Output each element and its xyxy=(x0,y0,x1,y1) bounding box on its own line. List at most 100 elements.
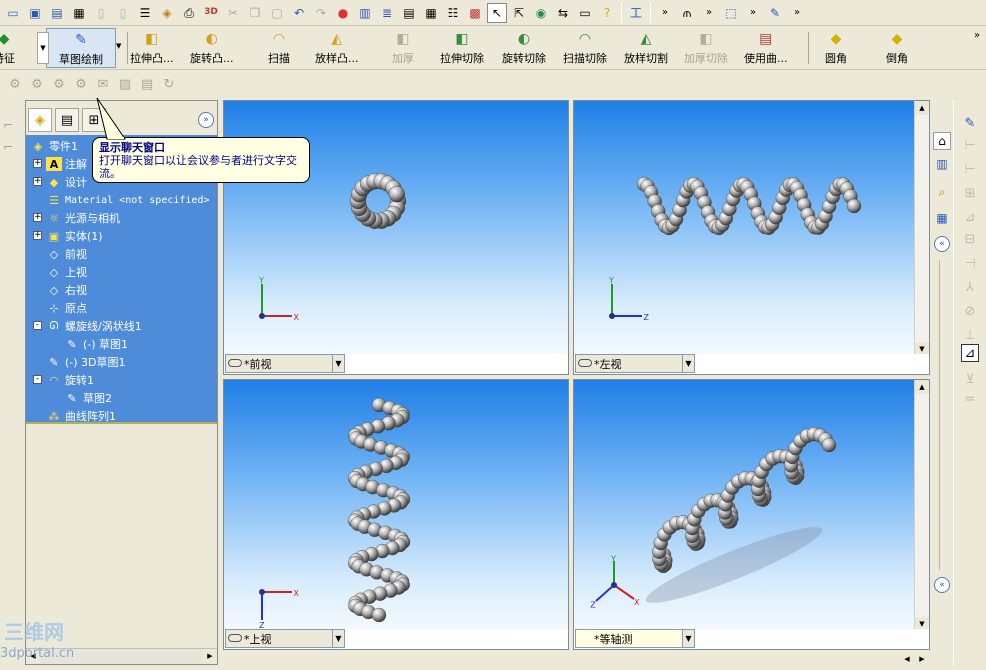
view-selector-top[interactable]: *上视 ▼ xyxy=(225,629,345,648)
dropdown-arrow-icon[interactable]: ▼ xyxy=(116,42,124,52)
overflow-chevron-icon[interactable]: » xyxy=(974,30,980,41)
gear-icon[interactable]: ⚙ xyxy=(27,75,47,93)
mirror-icon[interactable]: ⊿ xyxy=(961,208,979,226)
tree-item[interactable]: ◇ 前视 xyxy=(46,245,87,263)
properties-icon[interactable]: ▤ xyxy=(399,3,419,23)
overflow-chevron-icon[interactable]: » xyxy=(787,3,807,23)
home-icon[interactable]: ⌂ xyxy=(933,132,951,150)
tree-icon[interactable]: ☷ xyxy=(443,3,463,23)
share-icon[interactable]: ▤ xyxy=(137,75,157,93)
expand-chevron-icon[interactable]: « xyxy=(934,577,950,593)
window-icon[interactable]: ▭ xyxy=(575,3,595,23)
feature-button-7[interactable]: ◧ 拉伸切除 xyxy=(440,28,484,68)
dropdown-arrow-icon[interactable]: ▼ xyxy=(682,630,694,647)
save-all-icon[interactable]: ▤ xyxy=(47,3,67,23)
tree-item[interactable]: ✎ (-) 3D草图1 xyxy=(46,353,125,371)
dimension-icon[interactable]: ⊞ xyxy=(961,184,979,202)
expand-toggle-icon[interactable]: + xyxy=(33,231,42,240)
dimension-icon[interactable]: ⌐ xyxy=(3,140,13,154)
feature-button-9[interactable]: ◠ 扫描切除 xyxy=(563,28,607,68)
view-icon[interactable]: ▥ xyxy=(355,3,375,23)
list-icon[interactable]: ≣ xyxy=(377,3,397,23)
feature-button-8[interactable]: ◐ 旋转切除 xyxy=(502,28,546,68)
print-preview-icon[interactable]: ⎙ xyxy=(179,3,199,23)
cut-icon[interactable]: ✂ xyxy=(223,3,243,23)
feature-button-10[interactable]: ◭ 放样切割 xyxy=(624,28,668,68)
copy-icon[interactable]: ❐ xyxy=(245,3,265,23)
sketch-edit-icon[interactable]: ⊿ xyxy=(961,344,979,362)
library-icon[interactable]: ▥ xyxy=(933,156,951,174)
feature-button-13[interactable]: ◆ 圆角 xyxy=(825,28,847,68)
viewport-isometric[interactable]: Y Z X ▲ ▼ *等轴测 ▼ xyxy=(573,379,930,650)
feature-button-0[interactable]: ◆ 特征 xyxy=(0,28,28,68)
select-arrow-icon[interactable]: ↖ xyxy=(487,2,507,23)
fix-icon[interactable]: ⊥ xyxy=(961,326,979,344)
feature-button-6[interactable]: ◧ 加厚 xyxy=(392,28,414,68)
expand-chevron-icon[interactable]: « xyxy=(934,236,950,252)
overflow-chevron-icon[interactable]: » xyxy=(743,3,763,23)
tree-item[interactable]: ◈ 零件1 xyxy=(30,137,78,155)
traffic-light-icon[interactable]: ● xyxy=(333,3,353,23)
view-selector-front[interactable]: *前视 ▼ xyxy=(225,354,345,373)
report-icon[interactable]: ☰ xyxy=(135,3,155,23)
tree-item[interactable]: ✎ (-) 草图1 xyxy=(64,335,128,353)
chat-icon[interactable]: ✉ xyxy=(93,75,113,93)
grid-icon[interactable]: ▦ xyxy=(421,3,441,23)
search-icon[interactable]: ⌕ xyxy=(933,184,951,202)
tree-item[interactable]: ☼ 光源与相机 xyxy=(46,209,120,227)
pencil-icon[interactable]: ✎ xyxy=(765,3,785,23)
palette-icon[interactable]: ▦ xyxy=(933,210,951,228)
tree-item[interactable]: ✎ 草图2 xyxy=(64,389,112,407)
scroll-left-icon[interactable]: ◀ xyxy=(900,652,914,666)
whiteboard-icon[interactable]: ▨ xyxy=(115,75,135,93)
tree-item[interactable]: ᘏ 螺旋线/涡状线1 xyxy=(46,317,141,335)
feature-button-14[interactable]: ◆ 倒角 xyxy=(886,28,908,68)
help-icon[interactable]: ? xyxy=(597,3,617,23)
feature-button-11[interactable]: ◧ 加厚切除 xyxy=(684,28,728,68)
gear-icon[interactable]: ⚙ xyxy=(49,75,69,93)
doc-icon[interactable]: ▯ xyxy=(113,3,133,23)
task-pane-scroll[interactable] xyxy=(939,260,943,570)
expand-toggle-icon[interactable]: + xyxy=(33,213,42,222)
relation-icon[interactable]: ⊘ xyxy=(961,302,979,320)
tab-property-manager[interactable]: ▤ xyxy=(55,108,79,132)
feature-button-5[interactable]: ◭ 放样凸... xyxy=(315,28,359,68)
tree-item[interactable]: ☰ Material <not specified> xyxy=(46,191,209,209)
save-icon[interactable]: ▣ xyxy=(25,3,45,23)
vertical-scrollbar[interactable]: ▲ ▼ xyxy=(914,380,929,631)
feature-button-2[interactable]: ◧ 拉伸凸... xyxy=(130,28,174,68)
cube-color-icon[interactable]: ◈ xyxy=(157,3,177,23)
gear-icon[interactable]: ⚙ xyxy=(5,75,25,93)
expand-toggle-icon[interactable]: - xyxy=(33,375,42,384)
dimension-icon[interactable]: ⊢ xyxy=(961,136,979,154)
tree-item[interactable]: ▣ 实体(1) xyxy=(46,227,103,245)
scroll-right-icon[interactable]: ▶ xyxy=(203,649,217,663)
feature-button-12[interactable]: ▤ 使用曲... xyxy=(744,28,788,68)
view-selector-left[interactable]: *左视 ▼ xyxy=(575,354,695,373)
tree-item[interactable]: ⊹ 原点 xyxy=(46,299,87,317)
equal-icon[interactable]: = xyxy=(961,390,979,408)
tree-item[interactable]: ◆ 设计 xyxy=(46,173,87,191)
tab-feature-tree[interactable]: ◈ xyxy=(28,108,52,132)
expand-toggle-icon[interactable]: + xyxy=(33,177,42,186)
undo-icon[interactable]: ↶ xyxy=(289,3,309,23)
dropdown-arrow-icon[interactable]: ▼ xyxy=(37,32,49,64)
feature-button-3[interactable]: ◐ 旋转凸... xyxy=(190,28,234,68)
pointer-icon[interactable]: ⇱ xyxy=(509,3,529,23)
redo-icon[interactable]: ↷ xyxy=(311,3,331,23)
refresh-icon[interactable]: ↻ xyxy=(159,75,179,93)
gear-icon[interactable]: ⚙ xyxy=(71,75,91,93)
dimension-icon[interactable]: ⊟ xyxy=(961,230,979,248)
sketch-tool-icon[interactable]: ✎ xyxy=(961,114,979,132)
expand-toggle-icon[interactable]: + xyxy=(33,159,42,168)
tree-item[interactable]: ◇ 右视 xyxy=(46,281,87,299)
print-icon[interactable]: ▦ xyxy=(69,3,89,23)
feature-button-1[interactable]: ✎ 草图绘制 xyxy=(46,28,116,68)
expand-toggle-icon[interactable]: - xyxy=(33,321,42,330)
vertical-scrollbar[interactable]: ▲ ▼ xyxy=(914,101,929,356)
dimension-icon[interactable]: ⌐ xyxy=(3,118,13,132)
new-icon[interactable]: ▭ xyxy=(3,3,23,23)
arrange-icon[interactable]: ⇆ xyxy=(553,3,573,23)
wall-icon[interactable]: ▩ xyxy=(465,3,485,23)
trim-icon[interactable]: ⅄ xyxy=(961,278,979,296)
